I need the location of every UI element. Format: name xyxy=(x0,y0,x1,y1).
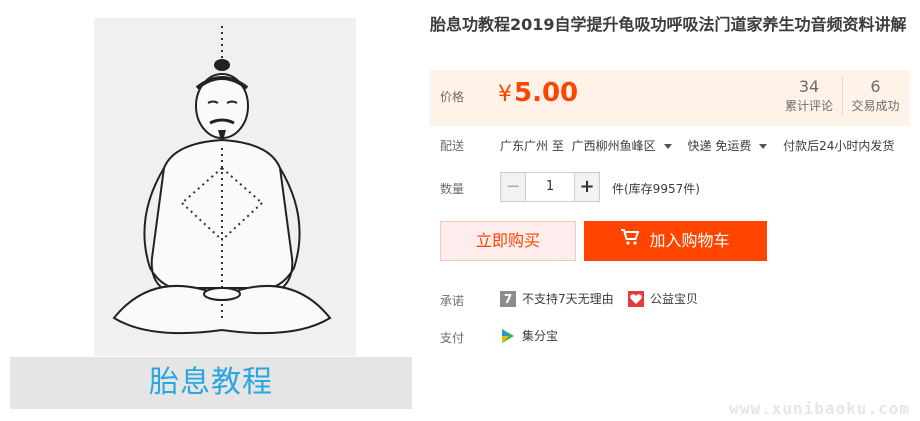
jifenbao-icon xyxy=(500,328,516,344)
price-amount: 5.00 xyxy=(514,78,579,108)
deals-label: 交易成功 xyxy=(851,99,900,113)
quantity-input[interactable]: 1 xyxy=(526,172,574,202)
promise-label: 承诺 xyxy=(440,294,465,308)
watermark: www.xunibaoku.com xyxy=(729,399,910,418)
quantity-stepper: − 1 + xyxy=(500,172,600,202)
add-to-cart-label: 加入购物车 xyxy=(649,231,730,250)
increase-button[interactable]: + xyxy=(574,172,600,202)
payment-method[interactable]: 集分宝 xyxy=(500,327,558,344)
price-label: 价格 xyxy=(440,90,465,104)
price-value: ¥5.00 xyxy=(498,78,578,108)
delivery-method: 快递 免运费 xyxy=(687,139,752,153)
meditation-figure-illustration xyxy=(94,18,356,356)
deals-stat: 6 交易成功 xyxy=(842,77,908,115)
delivery-destination-select[interactable]: 广西柳州鱼峰区 xyxy=(572,139,680,153)
chevron-down-icon xyxy=(663,144,672,149)
reviews-label: 累计评论 xyxy=(784,99,833,113)
charity-icon xyxy=(628,290,644,307)
quantity-row: 数量 − 1 + 件(库存9957件) xyxy=(430,172,910,202)
promise-text: 不支持7天无理由 xyxy=(522,292,614,306)
promise-item-charity[interactable]: 公益宝贝 xyxy=(628,290,698,307)
delivery-method-select[interactable]: 快递 免运费 xyxy=(688,139,776,153)
shopping-cart-icon xyxy=(621,220,640,260)
promise-row: 承诺 7 不支持7天无理由 公益宝贝 xyxy=(430,290,910,310)
add-to-cart-button[interactable]: 加入购物车 xyxy=(584,221,767,261)
price-panel: 价格 ¥5.00 34 累计评论 6 交易成功 xyxy=(430,70,910,126)
promise-text: 公益宝贝 xyxy=(650,292,699,306)
image-caption-bar: 胎息教程 xyxy=(10,357,412,409)
image-caption: 胎息教程 xyxy=(149,365,273,400)
payment-row: 支付 集分宝 xyxy=(430,327,910,347)
chevron-down-icon xyxy=(759,144,768,149)
quantity-label: 数量 xyxy=(440,182,465,196)
payment-label: 支付 xyxy=(440,331,465,345)
product-image[interactable]: 胎息教程 xyxy=(10,18,412,409)
buy-now-button[interactable]: 立即购买 xyxy=(440,221,576,261)
currency-symbol: ¥ xyxy=(498,82,512,107)
decrease-button[interactable]: − xyxy=(500,172,526,202)
promise-item-no-return[interactable]: 7 不支持7天无理由 xyxy=(500,290,614,307)
ship-time: 付款后24小时内发货 xyxy=(783,139,895,153)
product-title: 胎息功教程2019自学提升龟吸功呼吸法门道家养生功音频资料讲解 xyxy=(430,15,907,34)
reviews-stat[interactable]: 34 累计评论 xyxy=(776,77,842,115)
delivery-label: 配送 xyxy=(440,139,465,153)
delivery-row: 配送 广东广州 至 广西柳州鱼峰区 快递 免运费 付款后24小时内发货 xyxy=(430,137,910,157)
deals-count: 6 xyxy=(870,77,881,96)
stock-text: 件(库存9957件) xyxy=(612,182,700,196)
seven-day-icon: 7 xyxy=(500,290,516,307)
reviews-count: 34 xyxy=(798,77,820,96)
delivery-destination: 广西柳州鱼峰区 xyxy=(571,139,656,153)
delivery-from: 广东广州 至 xyxy=(500,139,564,153)
payment-method-label: 集分宝 xyxy=(522,329,559,343)
